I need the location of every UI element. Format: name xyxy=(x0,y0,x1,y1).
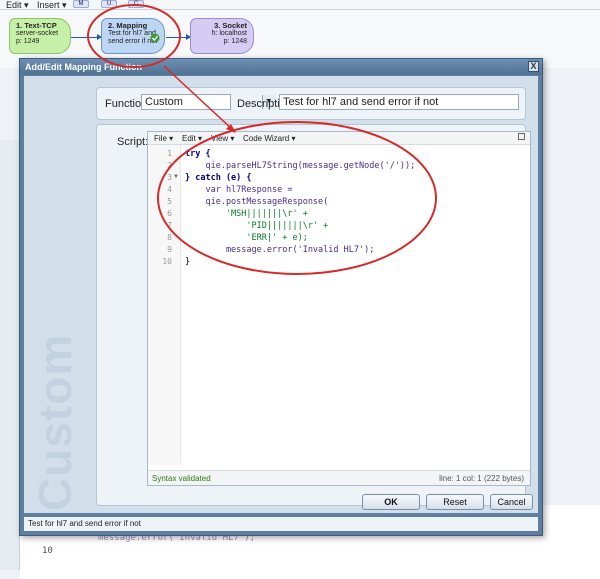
function-watermark: Custom xyxy=(29,333,81,511)
code-line: 'MSH|||||||\r' + xyxy=(185,209,308,219)
function-select[interactable]: Custom ▼ xyxy=(141,94,275,110)
editor-menubar: File ▾ Edit ▾ View ▾ Code Wizard ▾ xyxy=(148,132,530,145)
file-menu[interactable]: File ▾ xyxy=(154,134,173,143)
dialog-buttons: OK Reset Cancel xyxy=(24,494,538,512)
editor-statusbar: Syntax validated line: 1 col: 1 (222 byt… xyxy=(148,470,530,485)
code-line: qie.postMessageResponse( xyxy=(185,197,329,207)
flow-node-socket[interactable]: 3. Socket h: localhost p: 1248 xyxy=(190,18,254,54)
line-number: 7 xyxy=(167,221,172,230)
code-line: } xyxy=(185,257,191,267)
toolbar-button-c[interactable]: C xyxy=(128,0,144,8)
script-label: Script: xyxy=(117,136,149,148)
mapping-function-dialog: Add/Edit Mapping Function X Custom Funct… xyxy=(19,58,543,536)
maximize-icon[interactable] xyxy=(518,133,525,140)
app-menubar: Edit ▾ Insert ▾ M U C xyxy=(0,0,600,10)
cursor-position: line: 1 col: 1 (222 bytes) xyxy=(439,474,524,483)
code-line: var hl7Response = xyxy=(185,185,293,195)
code-line: 'PID|||||||\r' + xyxy=(185,221,329,231)
dialog-title: Add/Edit Mapping Function xyxy=(20,59,542,75)
node-title: 3. Socket xyxy=(214,21,247,30)
line-number: 3 xyxy=(167,173,172,182)
line-number: 4 xyxy=(167,185,172,194)
check-icon xyxy=(150,33,160,43)
toolbar-button-m[interactable]: M xyxy=(73,0,89,8)
line-number: 6 xyxy=(167,209,172,218)
node-title: 1. Text-TCP xyxy=(16,21,57,30)
script-editor[interactable]: File ▾ Edit ▾ View ▾ Code Wizard ▾ 1 2 3… xyxy=(147,131,531,486)
close-icon[interactable]: X xyxy=(528,61,539,72)
background-left-panel xyxy=(0,140,20,570)
node-title: 2. Mapping xyxy=(108,21,148,30)
code-line: } catch (e) { xyxy=(185,173,252,183)
flow-node-mapping[interactable]: 2. Mapping Test for hl7 and send error i… xyxy=(101,18,165,54)
line-number: 1 xyxy=(167,149,172,158)
code-line: message.error('Invalid HL7'); xyxy=(185,245,375,255)
node-line: server-socket xyxy=(16,30,59,37)
function-select-value: Custom xyxy=(145,96,183,108)
line-number: 8 xyxy=(167,233,172,242)
node-line: p: 1249 xyxy=(16,38,40,45)
fold-icon[interactable]: ▼ xyxy=(173,174,179,180)
ok-button[interactable]: OK xyxy=(362,494,420,510)
description-input[interactable]: Test for hl7 and send error if not xyxy=(279,94,519,110)
edit-menu[interactable]: Edit ▾ xyxy=(182,134,202,143)
line-number: 9 xyxy=(167,245,172,254)
dialog-body: Custom Function: Custom ▼ Description: T… xyxy=(24,76,538,513)
cancel-button[interactable]: Cancel xyxy=(490,494,533,510)
node-line: h: localhost xyxy=(211,30,247,37)
function-panel: Function: Custom ▼ Description: Test for… xyxy=(96,87,526,120)
script-panel: Script: File ▾ Edit ▾ View ▾ Code Wizard… xyxy=(96,124,531,506)
line-number: 10 xyxy=(42,546,53,556)
flow-arrow xyxy=(166,34,191,40)
flow-node-text-tcp[interactable]: 1. Text-TCP server-socket p: 1249 xyxy=(9,18,71,54)
syntax-status: Syntax validated xyxy=(152,474,211,483)
line-number: 5 xyxy=(167,197,172,206)
code-wizard-menu[interactable]: Code Wizard ▾ xyxy=(243,134,295,143)
view-menu[interactable]: View ▾ xyxy=(211,134,234,143)
flow-arrow xyxy=(71,34,102,40)
node-line: p: 1248 xyxy=(223,38,247,45)
code-line: 'ERR|' + e); xyxy=(185,233,308,243)
line-number-gutter: 1 2 3 ▼ 4 5 6 7 8 9 10 xyxy=(148,145,181,465)
dialog-status-bar: Test for hl7 and send error if not xyxy=(24,517,538,531)
toolbar-button-u[interactable]: U xyxy=(101,0,117,8)
line-number: 2 xyxy=(167,161,172,170)
reset-button[interactable]: Reset xyxy=(426,494,484,510)
code-line: qie.parseHL7String(message.getNode('/'))… xyxy=(185,161,416,171)
line-number: 10 xyxy=(162,257,172,266)
code-line: try { xyxy=(185,149,211,159)
